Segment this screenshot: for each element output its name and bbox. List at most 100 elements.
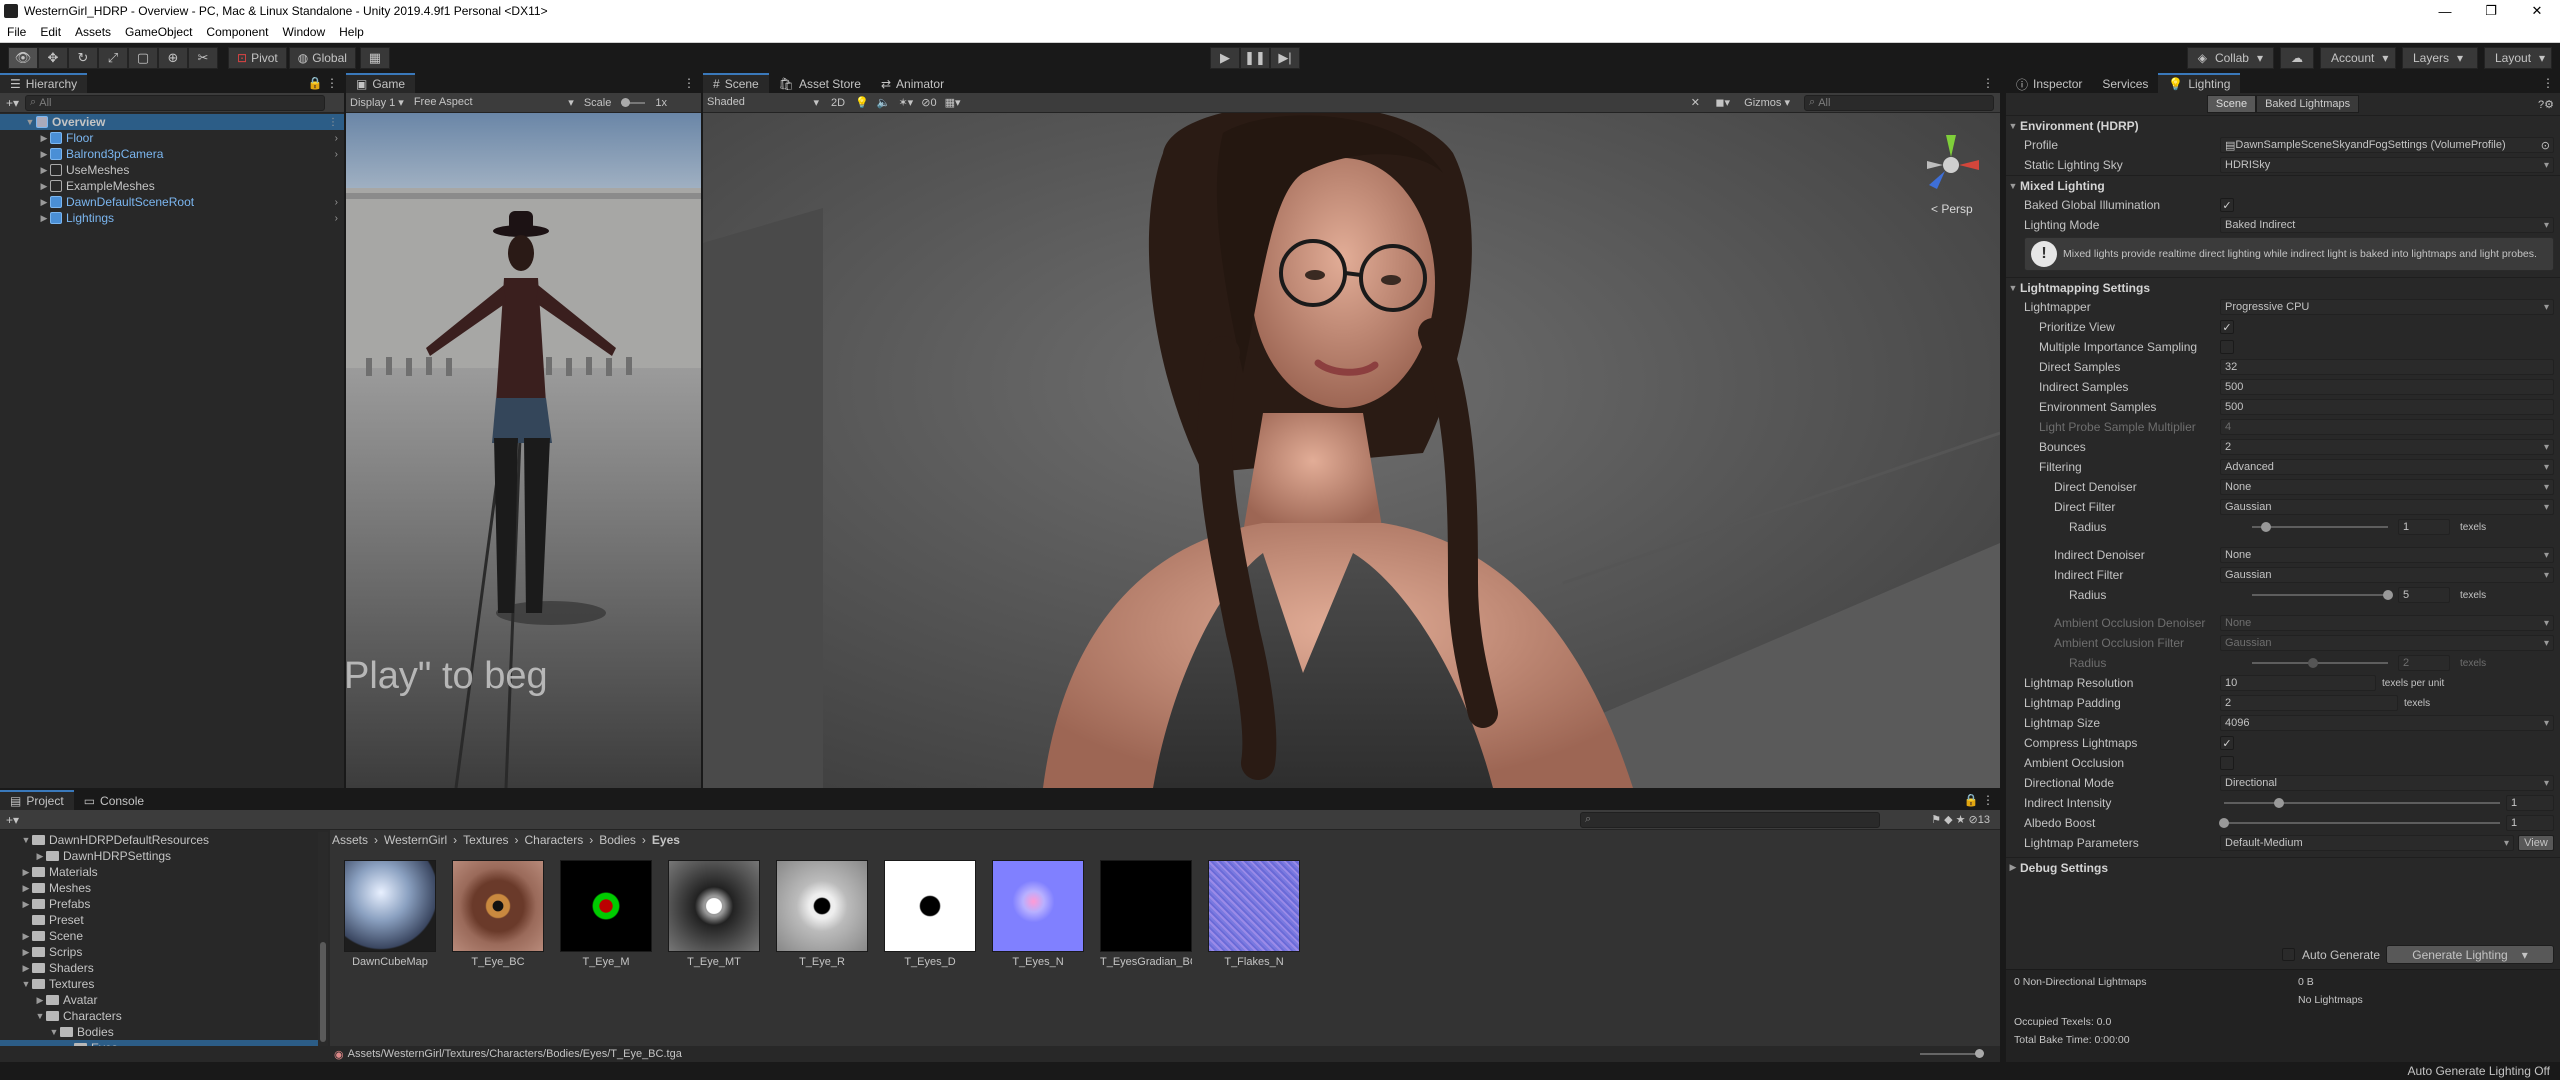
shading-dropdown[interactable]: Shaded ▾ — [703, 96, 823, 109]
hierarchy-item[interactable]: ▶ Lightings › — [0, 210, 344, 226]
static-sky-dropdown[interactable]: HDRISky — [2220, 157, 2554, 173]
subtab-baked-lightmaps[interactable]: Baked Lightmaps — [2256, 95, 2360, 113]
hierarchy-item[interactable]: ▶ DawnDefaultSceneRoot › — [0, 194, 344, 210]
setting-slider[interactable] — [2224, 822, 2500, 824]
menu-window[interactable]: Window — [275, 25, 332, 39]
subtab-scene[interactable]: Scene — [2206, 95, 2257, 113]
setting-slider[interactable] — [2252, 526, 2388, 528]
lighting-mode-dropdown[interactable]: Baked Indirect — [2220, 217, 2554, 233]
global-button[interactable]: ◍ Global — [288, 47, 356, 69]
rect-tool-icon[interactable]: ▢ — [128, 47, 158, 69]
hierarchy-item[interactable]: ▶ Balrond3pCamera › — [0, 146, 344, 162]
account-dropdown[interactable]: Account ▾ — [2320, 47, 2396, 69]
asset-tile[interactable]: T_Eye_M — [560, 860, 652, 968]
expand-right-icon[interactable]: ▶ — [20, 867, 32, 878]
setting-dropdown[interactable]: Gaussian — [2220, 499, 2554, 515]
folder-item[interactable]: ▶ Shaders — [0, 960, 318, 976]
generate-lighting-button[interactable]: Generate Lighting ▾ — [2386, 945, 2554, 964]
setting-field[interactable]: 10 — [2220, 675, 2376, 691]
effects-dropdown-icon[interactable]: ✶▾ — [898, 96, 913, 109]
scene-menu-icon[interactable]: ⋮ — [1982, 76, 1994, 90]
add-icon[interactable]: +▾ — [6, 96, 19, 110]
asset-tile[interactable]: T_EyesGradian_BC — [1100, 860, 1192, 968]
setting-field[interactable]: 5 — [2398, 587, 2450, 603]
setting-field[interactable]: 32 — [2220, 359, 2554, 375]
expand-right-icon[interactable]: ▶ — [20, 899, 32, 910]
display-dropdown[interactable]: Display 1 ▾ — [350, 96, 404, 109]
prefab-open-icon[interactable]: › — [335, 213, 338, 224]
folder-item[interactable]: ▶ Meshes — [0, 880, 318, 896]
setting-dropdown[interactable]: 2 — [2220, 439, 2554, 455]
slider-knob[interactable] — [2274, 798, 2285, 808]
hierarchy-search-input[interactable]: ⌕ All — [25, 94, 326, 111]
menu-assets[interactable]: Assets — [68, 25, 118, 39]
lighting-toggle-icon[interactable]: 💡 — [855, 96, 869, 109]
move-tool-icon[interactable]: ✥ — [38, 47, 68, 69]
prefab-open-icon[interactable]: › — [335, 133, 338, 144]
tree-scrollbar[interactable] — [318, 832, 328, 1046]
mode-2d-toggle[interactable]: 2D — [831, 97, 845, 109]
expand-right-icon[interactable]: ▶ — [38, 181, 50, 192]
setting-slider[interactable] — [2224, 802, 2500, 804]
breadcrumb-item[interactable]: Assets — [332, 833, 368, 847]
expand-right-icon[interactable]: ▶ — [20, 947, 32, 958]
breadcrumb-item[interactable]: Textures — [463, 833, 508, 847]
setting-field[interactable]: 500 — [2220, 379, 2554, 395]
setting-field[interactable]: 1 — [2506, 815, 2554, 831]
folder-item[interactable]: ▶ Prefabs — [0, 896, 318, 912]
expand-right-icon[interactable]: ▶ — [20, 931, 32, 942]
add-asset-icon[interactable]: +▾ — [6, 813, 19, 827]
project-search-input[interactable]: ⌕ — [1580, 811, 1880, 828]
thumbnail-size-slider[interactable] — [1920, 1049, 1984, 1058]
hierarchy-item[interactable]: ▶ ExampleMeshes — [0, 178, 344, 194]
menu-edit[interactable]: Edit — [33, 25, 68, 39]
expand-down-icon[interactable]: ▼ — [20, 979, 32, 989]
folder-item[interactable]: ▼ DawnHDRPDefaultResources — [0, 832, 318, 848]
breadcrumb-item[interactable]: Eyes — [652, 833, 680, 847]
folder-item[interactable]: ▶ Scrips — [0, 944, 318, 960]
prefab-open-icon[interactable]: › — [335, 149, 338, 160]
persp-label[interactable]: < Persp — [1931, 202, 1973, 216]
slider-knob[interactable] — [2383, 590, 2393, 600]
close-button[interactable]: ✕ — [2514, 0, 2560, 22]
tab-lighting[interactable]: 💡 Lighting — [2158, 73, 2241, 93]
gizmos-dropdown[interactable]: Gizmos ▾ — [1744, 96, 1790, 109]
filter-icons[interactable]: ⚑ ◆ ★ ⊘13 — [1931, 813, 1990, 826]
tab-project[interactable]: ▤ Project — [0, 790, 74, 810]
folder-item[interactable]: ▼ Bodies — [0, 1024, 318, 1040]
rotate-tool-icon[interactable]: ↻ — [68, 47, 98, 69]
environment-header[interactable]: ▼ Environment (HDRP) — [2006, 115, 2560, 135]
camera-dropdown-icon[interactable]: ◼▾ — [1715, 96, 1730, 109]
setting-dropdown[interactable]: Directional — [2220, 775, 2554, 791]
project-menu-icon[interactable]: 🔒 ⋮ — [1964, 793, 1994, 807]
game-menu-icon[interactable]: ⋮ — [683, 76, 695, 90]
profile-field[interactable]: ▤ DawnSampleSceneSkyandFogSettings (Volu… — [2220, 137, 2554, 153]
expand-down-icon[interactable]: ▼ — [20, 835, 32, 845]
auto-generate-checkbox[interactable] — [2282, 948, 2295, 961]
cloud-button[interactable]: ☁ — [2280, 47, 2314, 69]
scene-viewport[interactable]: < Persp — [703, 113, 2000, 788]
tree-scrollbar-thumb[interactable] — [320, 942, 326, 1042]
hand-tool-icon[interactable]: 👁 — [8, 47, 38, 69]
folder-item[interactable]: ▶ Materials — [0, 864, 318, 880]
asset-tile[interactable]: T_Eye_R — [776, 860, 868, 968]
menu-file[interactable]: File — [0, 25, 33, 39]
tab-asset-store[interactable]: 🛍 Asset Store — [768, 73, 871, 93]
expand-right-icon[interactable]: ▶ — [38, 213, 50, 224]
tab-services[interactable]: Services — [2092, 73, 2159, 93]
minimize-button[interactable]: — — [2422, 0, 2468, 22]
setting-checkbox[interactable] — [2220, 756, 2234, 770]
maximize-button[interactable]: ❐ — [2468, 0, 2514, 22]
asset-tile[interactable]: T_Eyes_D — [884, 860, 976, 968]
grid-toggle-icon[interactable]: ▦▾ — [945, 96, 961, 109]
lightmapping-header[interactable]: ▼ Lightmapping Settings — [2006, 277, 2560, 297]
folder-item[interactable]: ▼ Textures — [0, 976, 318, 992]
debug-settings-header[interactable]: ▶ Debug Settings — [2006, 857, 2560, 877]
setting-checkbox[interactable] — [2220, 340, 2234, 354]
setting-dropdown[interactable]: Progressive CPU — [2220, 299, 2554, 315]
scale-tool-icon[interactable]: ⤢ — [98, 47, 128, 69]
step-button-icon[interactable]: ▶| — [1270, 47, 1300, 69]
expand-right-icon[interactable]: ▶ — [34, 995, 46, 1006]
pause-button-icon[interactable]: ❚❚ — [1240, 47, 1270, 69]
asset-tile[interactable]: DawnCubeMap — [344, 860, 436, 968]
